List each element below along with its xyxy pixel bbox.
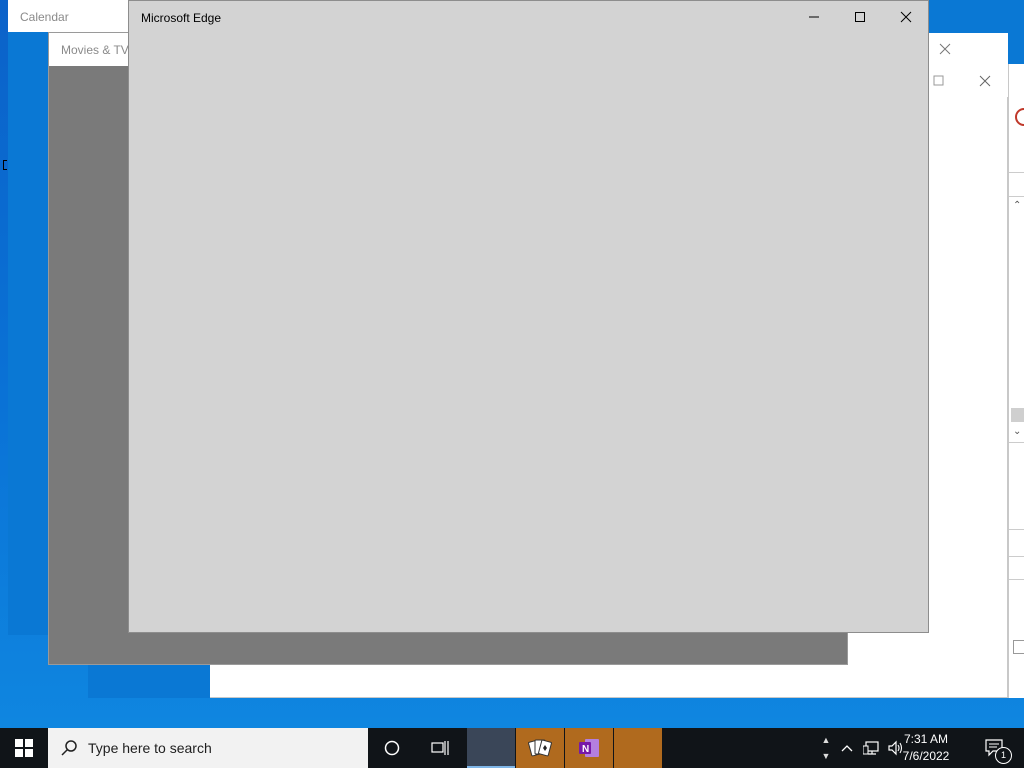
windows-logo-icon [15,739,33,757]
taskbar: Type here to search N ▲ ▼ 7:31 AM 7/6/20… [0,728,1024,768]
divider [1009,196,1024,197]
minimize-icon [809,16,819,18]
taskbar-app-onenote[interactable]: N [565,728,613,768]
solitaire-icon [528,739,552,757]
scroll-down-icon[interactable]: ⌄ [1013,426,1021,437]
clock-date: 7/6/2022 [902,749,950,763]
bg-close-button[interactable] [962,65,1008,97]
calendar-edge-glyph [3,160,7,170]
edge-minimize-button[interactable] [791,1,837,33]
maximize-icon [855,12,865,22]
edge-titlebar[interactable]: Microsoft Edge [129,1,928,33]
divider [1009,579,1024,580]
background-blue-window [88,660,210,698]
calendar-title: Calendar [20,10,69,24]
show-hidden-icons-button[interactable] [838,728,856,768]
calendar-titlebar[interactable]: Calendar [8,0,148,32]
network-icon [863,741,879,755]
action-center-button[interactable]: 1 [980,728,1012,768]
cortana-button[interactable] [368,728,416,768]
cortana-circle-icon [384,740,400,756]
taskbar-app-solitaire[interactable] [516,728,564,768]
right-window-fragment: ⌃ ⌄ [1008,64,1024,698]
edge-content-area [129,33,928,632]
taskbar-clock[interactable]: 7:31 AM 7/6/2022 [890,731,962,765]
notification-badge: 1 [995,747,1012,764]
red-circle-icon [1015,108,1024,126]
desktop: Calendar ⌃ ⌄ Movies & TV Microsoft Edge [0,0,1024,728]
chevron-up-icon: ▲ [821,735,831,745]
network-button[interactable] [860,728,884,768]
chevron-up-icon [841,745,853,752]
edge-window: Microsoft Edge [128,0,929,633]
edge-close-button[interactable] [883,1,929,33]
taskbar-scroll-control[interactable]: ▲ ▼ [818,728,834,768]
search-icon [61,740,77,756]
scroll-up-icon[interactable]: ⌃ [1013,200,1021,211]
scrollbar-thumb[interactable] [1011,408,1024,422]
divider [1009,442,1024,443]
close-icon [900,11,912,23]
divider [1009,172,1024,173]
start-button[interactable] [0,728,48,768]
search-placeholder: Type here to search [88,740,212,756]
edge-maximize-button[interactable] [837,1,883,33]
taskbar-search-box[interactable]: Type here to search [48,728,368,768]
close-icon [939,43,951,55]
movies-tv-title: Movies & TV [61,43,129,57]
maximize-icon [933,75,944,86]
close-icon [979,75,991,87]
task-view-button[interactable] [416,728,464,768]
taskbar-app-4[interactable] [614,728,662,768]
checkbox[interactable] [1013,640,1024,654]
divider [1009,529,1024,530]
taskbar-app-1[interactable] [467,728,515,768]
onenote-icon: N [579,739,599,757]
chevron-down-icon: ▼ [821,751,831,761]
clock-time: 7:31 AM [903,732,949,746]
task-view-icon [431,741,449,755]
edge-title: Microsoft Edge [141,11,222,25]
svg-text:N: N [582,744,589,755]
divider [1009,556,1024,557]
